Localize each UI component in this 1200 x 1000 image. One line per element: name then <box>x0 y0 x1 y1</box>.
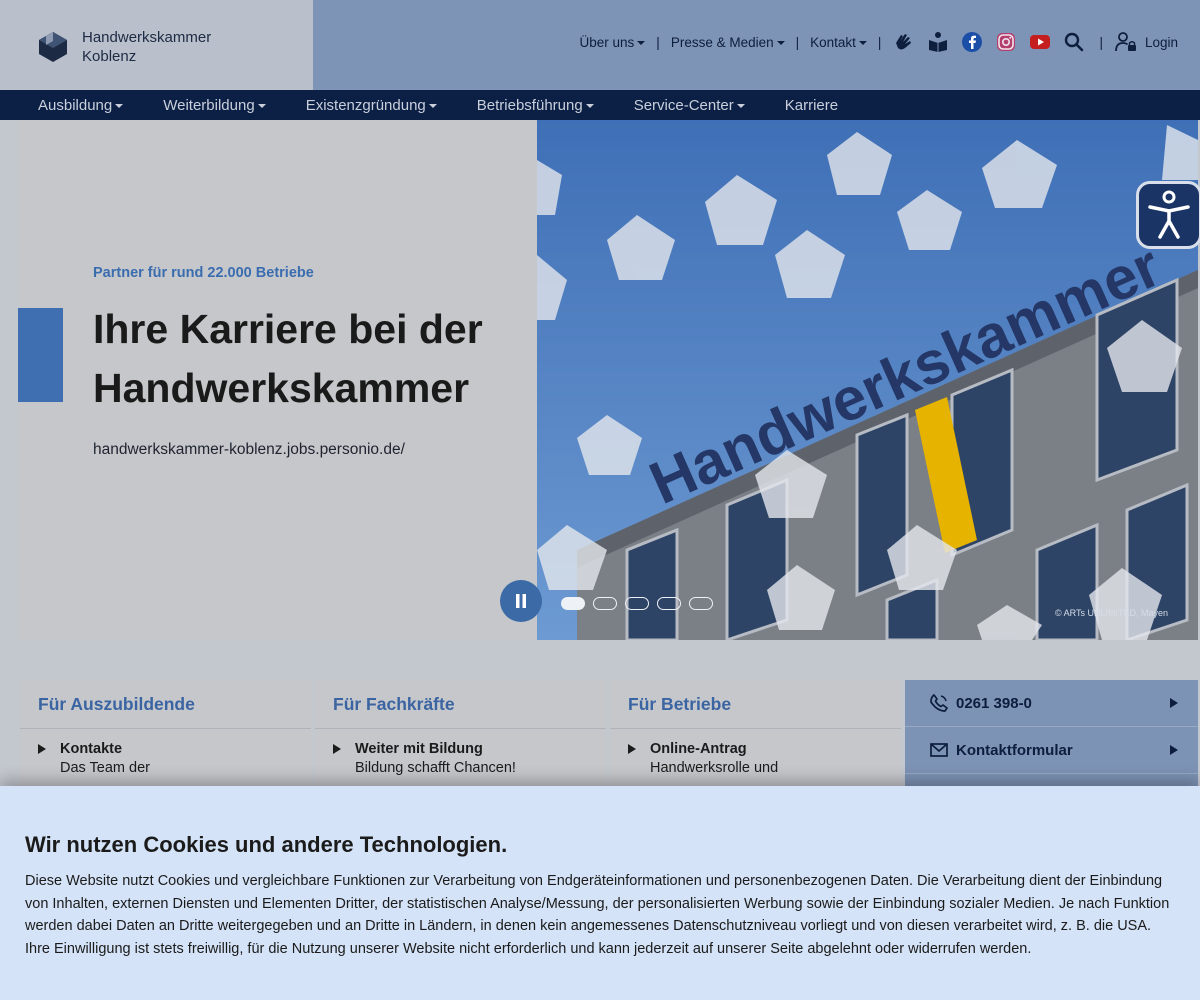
contact-form-label: Kontaktformular <box>956 741 1073 759</box>
instagram-icon[interactable] <box>995 31 1017 53</box>
nav-karriere[interactable]: Karriere <box>785 97 838 114</box>
card-entry-title: Online-Antrag <box>650 741 747 757</box>
search-icon[interactable] <box>1063 31 1085 53</box>
meta-nav-label: Kontakt <box>810 34 856 50</box>
meta-nav-label: Über uns <box>579 34 635 50</box>
site-name: Handwerkskammer Koblenz <box>82 28 211 66</box>
card-entry-text: Handwerksrolle und <box>650 760 779 776</box>
contact-form-link[interactable]: Kontaktformular <box>905 727 1198 774</box>
cookie-title: Wir nutzen Cookies und andere Technologi… <box>25 832 508 857</box>
card-auszubildende: Für Auszubildende Kontakte Das Team der <box>20 680 311 800</box>
login-link[interactable]: Login <box>1115 32 1178 52</box>
hero-kicker: Partner für rund 22.000 Betriebe <box>93 265 314 281</box>
sign-language-icon[interactable] <box>893 31 915 53</box>
site-header: Handwerkskammer Koblenz Über uns | Press… <box>0 0 1200 90</box>
caret-down-icon <box>736 104 745 108</box>
site-name-line1: Handwerkskammer <box>82 29 212 46</box>
caret-down-icon <box>776 41 785 45</box>
card-title[interactable]: Für Auszubildende <box>20 680 311 729</box>
slider-pause-button[interactable] <box>500 580 542 622</box>
nav-ausbildung[interactable]: Ausbildung <box>38 96 124 114</box>
meta-nav-separator: | <box>795 34 800 50</box>
triangle-right-icon <box>333 744 341 754</box>
contact-phone-link[interactable]: 0261 398-0 <box>905 680 1198 727</box>
caret-down-icon <box>257 104 266 108</box>
card-fachkraefte: Für Fachkräfte Weiter mit Bildung Bildun… <box>315 680 606 800</box>
nav-betriebsfuehrung[interactable]: Betriebsführung <box>477 97 594 114</box>
meta-nav-presse-medien[interactable]: Presse & Medien <box>671 35 785 50</box>
caret-down-icon <box>585 104 594 108</box>
accessibility-button[interactable] <box>1136 181 1200 249</box>
card-title[interactable]: Für Fachkräfte <box>315 680 606 729</box>
site-logo[interactable]: Handwerkskammer Koblenz <box>37 28 211 66</box>
hero-link[interactable]: handwerkskammer-koblenz.jobs.personio.de… <box>93 441 405 459</box>
hero-building-image: Handwerkskammer <box>537 120 1198 640</box>
cookie-banner: Wir nutzen Cookies und andere Technologi… <box>0 786 1200 1000</box>
nav-service-center[interactable]: Service-Center <box>634 97 745 114</box>
nav-label: Karriere <box>784 96 839 114</box>
contact-phone-number: 0261 398-0 <box>956 694 1032 712</box>
triangle-right-icon <box>628 744 636 754</box>
triangle-right-icon <box>1170 745 1178 755</box>
slider-dot-4[interactable] <box>657 597 681 610</box>
hero-text-panel: Partner für rund 22.000 Betriebe Ihre Ka… <box>18 120 537 640</box>
meta-nav-kontakt[interactable]: Kontakt <box>810 35 867 50</box>
envelope-icon <box>930 743 948 757</box>
meta-nav-ueber-uns[interactable]: Über uns <box>580 35 646 50</box>
nav-label: Existenzgründung <box>305 96 426 114</box>
slider-dot-5[interactable] <box>689 597 713 610</box>
hero-headline: Ihre Karriere bei der Handwerkskammer <box>93 306 483 411</box>
caret-down-icon <box>858 41 867 45</box>
meta-nav-separator: | <box>877 34 882 50</box>
accessibility-person-icon <box>1148 190 1190 239</box>
login-label: Login <box>1144 34 1178 50</box>
user-lock-icon <box>1115 32 1136 52</box>
audience-cards: Für Auszubildende Kontakte Das Team der … <box>20 680 1198 800</box>
image-copyright: © ARTs UNLIMITED, Mayen <box>1055 608 1168 618</box>
chamber-logo-icon <box>39 32 67 62</box>
meta-nav-label: Presse & Medien <box>670 34 774 50</box>
slider-dot-1[interactable] <box>561 597 585 610</box>
caret-down-icon <box>637 41 646 45</box>
phone-icon <box>930 694 948 712</box>
caret-down-icon <box>115 104 124 108</box>
caret-down-icon <box>428 104 437 108</box>
card-title[interactable]: Für Betriebe <box>610 680 901 729</box>
slider-dot-3[interactable] <box>625 597 649 610</box>
card-entry-title: Kontakte <box>60 741 123 757</box>
slider-dot-2[interactable] <box>593 597 617 610</box>
main-navigation: Ausbildung Weiterbildung Existenzgründun… <box>0 90 1200 120</box>
hero-slider: Partner für rund 22.000 Betriebe Ihre Ka… <box>18 120 1198 640</box>
meta-navigation: Über uns | Presse & Medien | Kontakt | | <box>580 26 1178 58</box>
triangle-right-icon <box>38 744 46 754</box>
easy-language-icon[interactable] <box>927 31 949 53</box>
pause-icon <box>516 594 526 608</box>
card-entry[interactable]: Kontakte Das Team der <box>20 729 311 776</box>
card-entry[interactable]: Weiter mit Bildung Bildung schafft Chanc… <box>315 729 606 776</box>
card-entry[interactable]: Online-Antrag Handwerksrolle und <box>610 729 901 776</box>
card-entry-text: Das Team der <box>60 760 150 776</box>
facebook-icon[interactable] <box>961 31 983 53</box>
nav-label: Weiterbildung <box>163 96 255 114</box>
slider-pagination <box>561 597 721 610</box>
card-entry-text: Bildung schafft Chancen! <box>355 760 516 776</box>
meta-nav-separator: | <box>656 34 660 50</box>
nav-label: Betriebsführung <box>476 96 583 114</box>
youtube-icon[interactable] <box>1029 31 1051 53</box>
site-name-line2: Koblenz <box>82 48 137 65</box>
nav-weiterbildung[interactable]: Weiterbildung <box>163 96 266 114</box>
nav-label: Ausbildung <box>38 96 113 114</box>
nav-label: Service-Center <box>633 96 734 114</box>
meta-nav-separator: | <box>1099 34 1103 50</box>
contact-box: 0261 398-0 Kontaktformular <box>905 680 1198 800</box>
cookie-text: Diese Website nutzt Cookies und vergleic… <box>25 873 1170 957</box>
card-betriebe: Für Betriebe Online-Antrag Handwerksroll… <box>610 680 901 800</box>
nav-existenzgruendung[interactable]: Existenzgründung <box>306 97 437 114</box>
hero-accent-bar <box>18 308 63 402</box>
card-entry-title: Weiter mit Bildung <box>355 741 483 757</box>
triangle-right-icon <box>1170 698 1178 708</box>
